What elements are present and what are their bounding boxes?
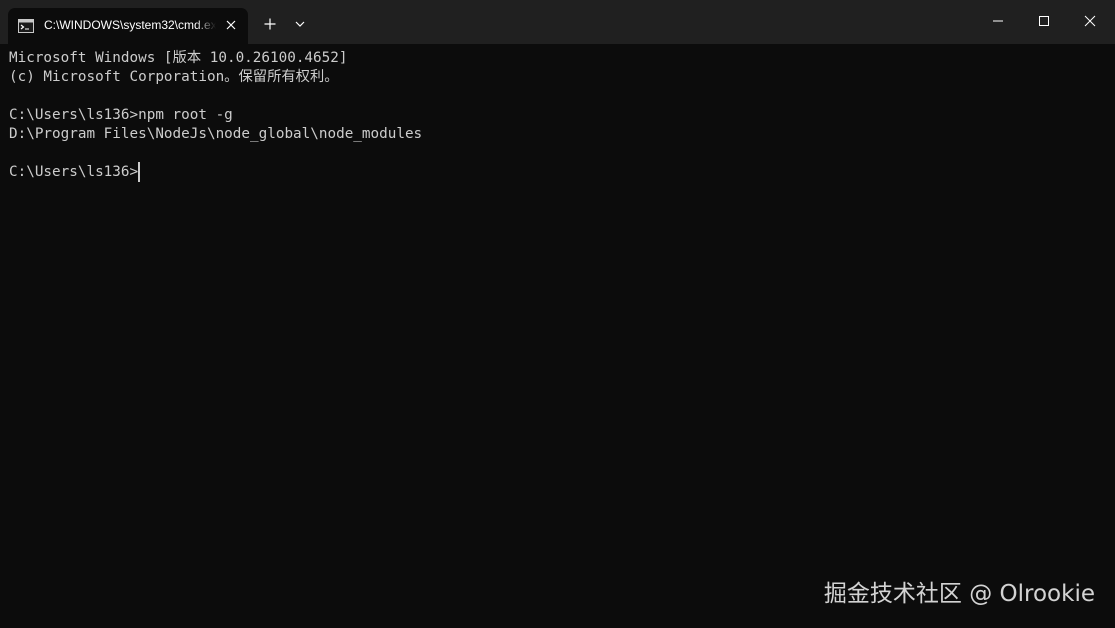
terminal-line: D:\Program Files\NodeJs\node_global\node… <box>9 126 423 142</box>
close-icon[interactable] <box>1067 0 1113 42</box>
cmd-icon <box>18 18 34 33</box>
text-cursor <box>138 162 140 182</box>
watermark: 掘金技术社区 @ Olrookie <box>823 581 1095 607</box>
terminal-window: C:\WINDOWS\system32\cmd.exe Microsoft Wi… <box>0 0 1115 628</box>
tab-title: C:\WINDOWS\system32\cmd.exe <box>44 18 216 32</box>
terminal-output[interactable]: Microsoft Windows [版本 10.0.26100.4652] (… <box>0 44 1115 628</box>
title-bar: C:\WINDOWS\system32\cmd.exe <box>0 0 1115 44</box>
maximize-icon[interactable] <box>1021 0 1067 42</box>
terminal-prompt: C:\Users\ls136> <box>9 164 139 180</box>
terminal-line: Microsoft Windows [版本 10.0.26100.4652] <box>9 50 348 66</box>
plus-icon[interactable] <box>258 14 282 34</box>
tab-cmd[interactable]: C:\WINDOWS\system32\cmd.exe <box>8 8 248 44</box>
terminal-line: (c) Microsoft Corporation。保留所有权利。 <box>9 69 339 85</box>
close-tab-icon[interactable] <box>223 17 239 33</box>
chevron-down-icon[interactable] <box>290 14 310 34</box>
terminal-line: C:\Users\ls136>npm root -g <box>9 107 233 123</box>
minimize-icon[interactable] <box>975 0 1021 42</box>
